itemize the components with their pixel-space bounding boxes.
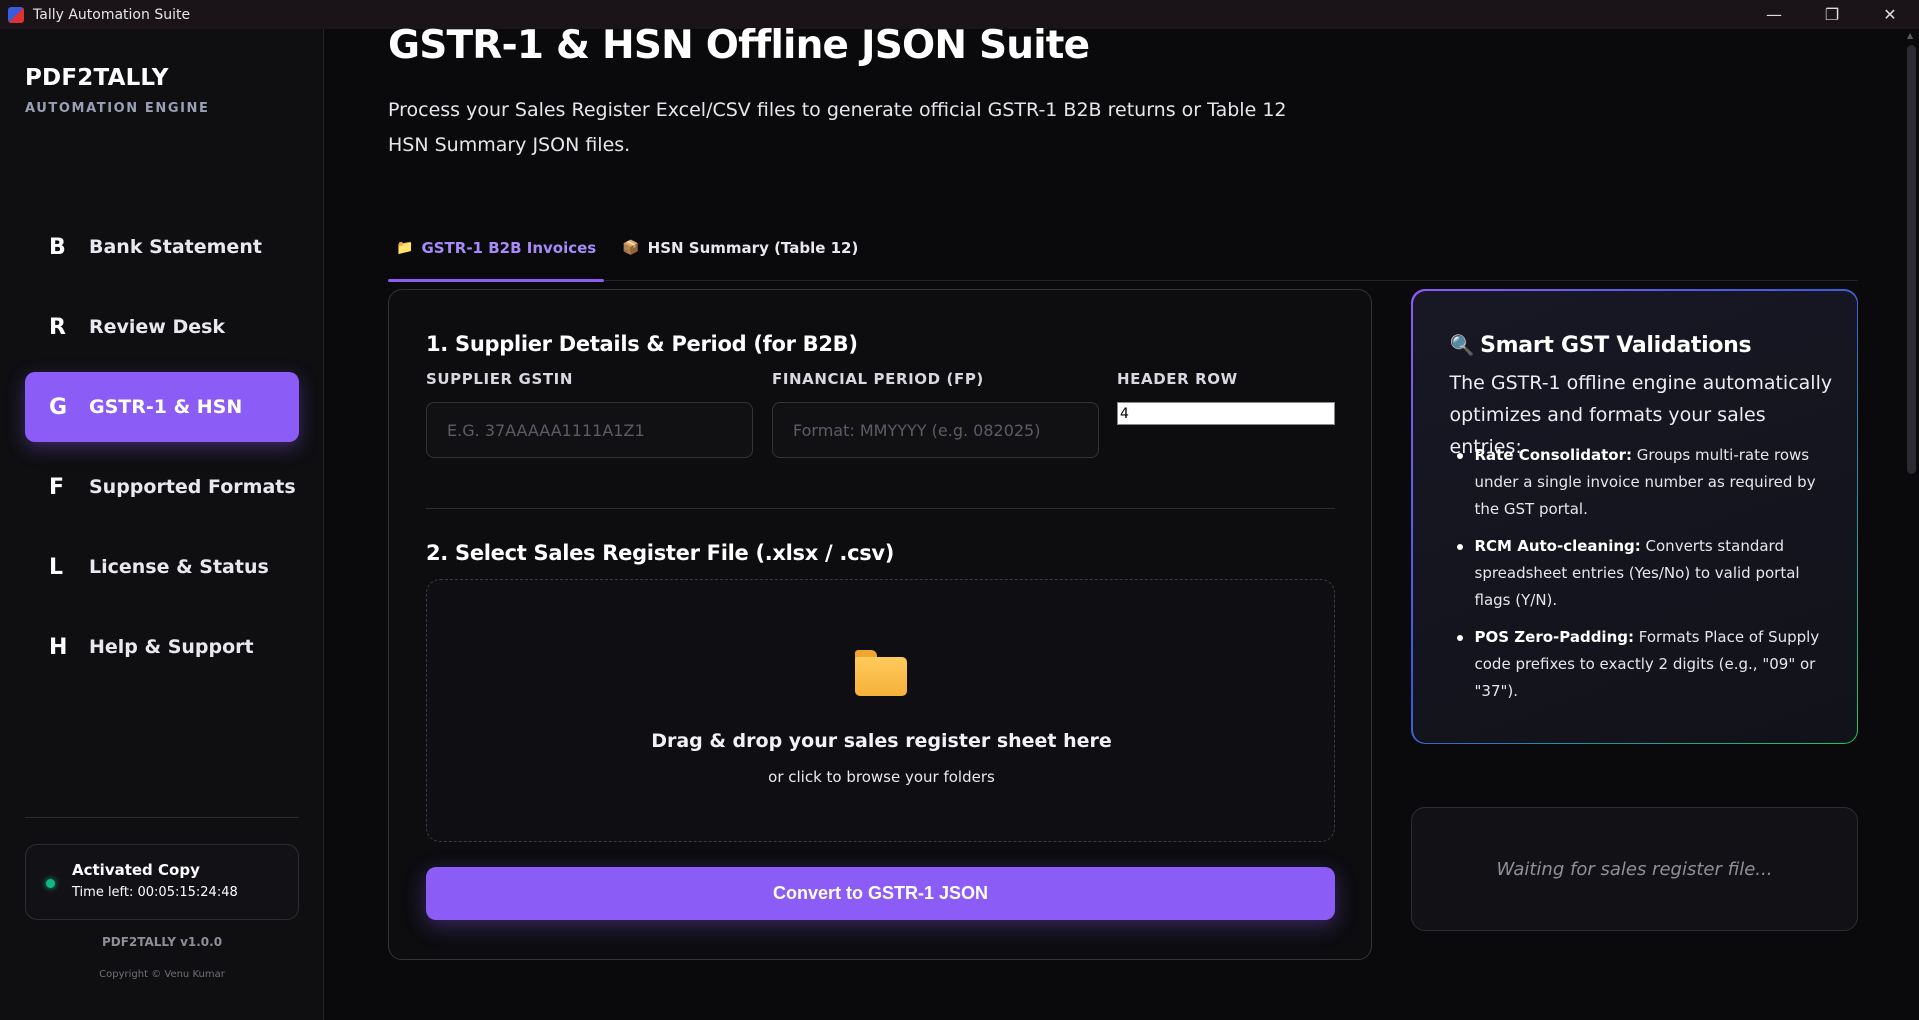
nav-letter-icon: R <box>49 314 66 340</box>
dropzone-sub-text: or click to browse your folders <box>768 768 995 786</box>
folder-icon: 📁 <box>396 240 414 256</box>
tab-label: HSN Summary (Table 12) <box>647 239 859 257</box>
brand: PDF2TALLY AUTOMATION ENGINE <box>25 65 210 116</box>
tab-bar: 📁 GSTR-1 B2B Invoices 📦 HSN Summary (Tab… <box>388 215 1858 282</box>
app-version: PDF2TALLY v1.0.0 <box>101 935 223 949</box>
list-item: POS Zero-Padding: Formats Place of Suppl… <box>1450 624 1830 705</box>
sidebar-item-help-support[interactable]: H Help & Support <box>25 612 299 682</box>
license-status: Activated Copy <box>72 861 200 879</box>
magnifier-icon: 🔍 <box>1449 332 1475 357</box>
sidebar-divider <box>25 817 299 818</box>
window-title: Tally Automation Suite <box>33 6 191 23</box>
header-row-label: HEADER ROW <box>1117 370 1238 388</box>
sidebar-item-label: Bank Statement <box>89 236 262 258</box>
gstin-label: SUPPLIER GSTIN <box>426 370 574 388</box>
sidebar-item-license-status[interactable]: L License & Status <box>25 532 299 602</box>
copyright: Copyright © Venu Kumar <box>99 969 225 980</box>
gstin-input[interactable]: E.G. 37AAAAA1111A1Z1 <box>426 402 753 458</box>
validations-title: 🔍 Smart GST Validations <box>1450 333 1752 358</box>
app-logo-icon <box>8 6 24 23</box>
nav-letter-icon: H <box>49 634 68 660</box>
close-button[interactable]: ✕ <box>1861 0 1919 29</box>
validations-list: Rate Consolidator: Groups multi-rate row… <box>1450 442 1830 715</box>
sidebar-item-gstr1-hsn[interactable]: G GSTR-1 & HSN <box>25 372 299 442</box>
window-controls: — ❐ ✕ <box>1745 0 1919 29</box>
page-description: Process your Sales Register Excel/CSV fi… <box>388 99 1287 156</box>
scrollbar-thumb[interactable] <box>1907 45 1916 474</box>
nav-letter-icon: F <box>49 474 65 500</box>
brand-name: PDF2TALLY <box>25 65 169 91</box>
sidebar: PDF2TALLY AUTOMATION ENGINE B Bank State… <box>0 29 324 1020</box>
header-row-input[interactable]: 4 <box>1117 402 1335 425</box>
sidebar-item-supported-formats[interactable]: F Supported Formats <box>25 452 299 522</box>
sidebar-item-label: Help & Support <box>89 636 254 658</box>
b2b-panel: 1. Supplier Details & Period (for B2B) S… <box>388 289 1372 960</box>
section-title-file: 2. Select Sales Register File (.xlsx / .… <box>426 541 895 565</box>
section-title-supplier: 1. Supplier Details & Period (for B2B) <box>426 332 858 356</box>
license-card: Activated Copy Time left: 00:05:15:24:48 <box>25 844 299 920</box>
convert-button[interactable]: Convert to GSTR-1 JSON <box>426 867 1335 920</box>
page-title: GSTR-1 & HSN Offline JSON Suite <box>388 23 1090 68</box>
package-icon: 📦 <box>622 240 640 256</box>
file-dropzone[interactable]: Drag & drop your sales register sheet he… <box>426 579 1335 842</box>
sidebar-item-bank-statement[interactable]: B Bank Statement <box>25 212 299 282</box>
tab-hsn-summary[interactable]: 📦 HSN Summary (Table 12) <box>614 215 866 281</box>
sidebar-item-label: License & Status <box>89 556 269 578</box>
financial-period-input[interactable]: Format: MMYYYY (e.g. 082025) <box>772 402 1099 458</box>
status-dot-icon <box>46 879 55 888</box>
nav-letter-icon: L <box>49 554 64 580</box>
restore-button[interactable]: ❐ <box>1803 0 1861 29</box>
tab-gstr1-b2b[interactable]: 📁 GSTR-1 B2B Invoices <box>388 215 605 282</box>
minimize-button[interactable]: — <box>1745 0 1803 29</box>
validations-card: 🔍 Smart GST Validations The GSTR-1 offlin… <box>1411 289 1858 744</box>
nav-letter-icon: G <box>49 394 68 420</box>
validations-title-text: Smart GST Validations <box>1480 332 1752 358</box>
scrollbar[interactable]: ▲ <box>1904 29 1919 1020</box>
section-divider <box>426 508 1335 509</box>
brand-subtitle: AUTOMATION ENGINE <box>25 101 210 116</box>
main-content: GSTR-1 & HSN Offline JSON Suite Process … <box>324 23 1919 1020</box>
tab-label: GSTR-1 B2B Invoices <box>421 239 597 257</box>
list-item: Rate Consolidator: Groups multi-rate row… <box>1450 442 1830 523</box>
status-card: Waiting for sales register file... <box>1411 807 1858 931</box>
nav-letter-icon: B <box>49 234 66 260</box>
list-item: RCM Auto-cleaning: Converts standard spr… <box>1450 533 1830 614</box>
license-time-left: Time left: 00:05:15:24:48 <box>72 885 238 900</box>
sidebar-nav: B Bank Statement R Review Desk G GSTR-1 … <box>25 212 299 692</box>
sidebar-item-label: Supported Formats <box>89 476 296 498</box>
scroll-up-icon[interactable]: ▲ <box>1907 31 1913 40</box>
folder-icon <box>855 650 907 696</box>
financial-period-label: FINANCIAL PERIOD (FP) <box>772 370 984 388</box>
dropzone-main-text: Drag & drop your sales register sheet he… <box>651 730 1112 752</box>
sidebar-item-review-desk[interactable]: R Review Desk <box>25 292 299 362</box>
sidebar-item-label: Review Desk <box>89 316 226 338</box>
sidebar-item-label: GSTR-1 & HSN <box>89 396 243 418</box>
